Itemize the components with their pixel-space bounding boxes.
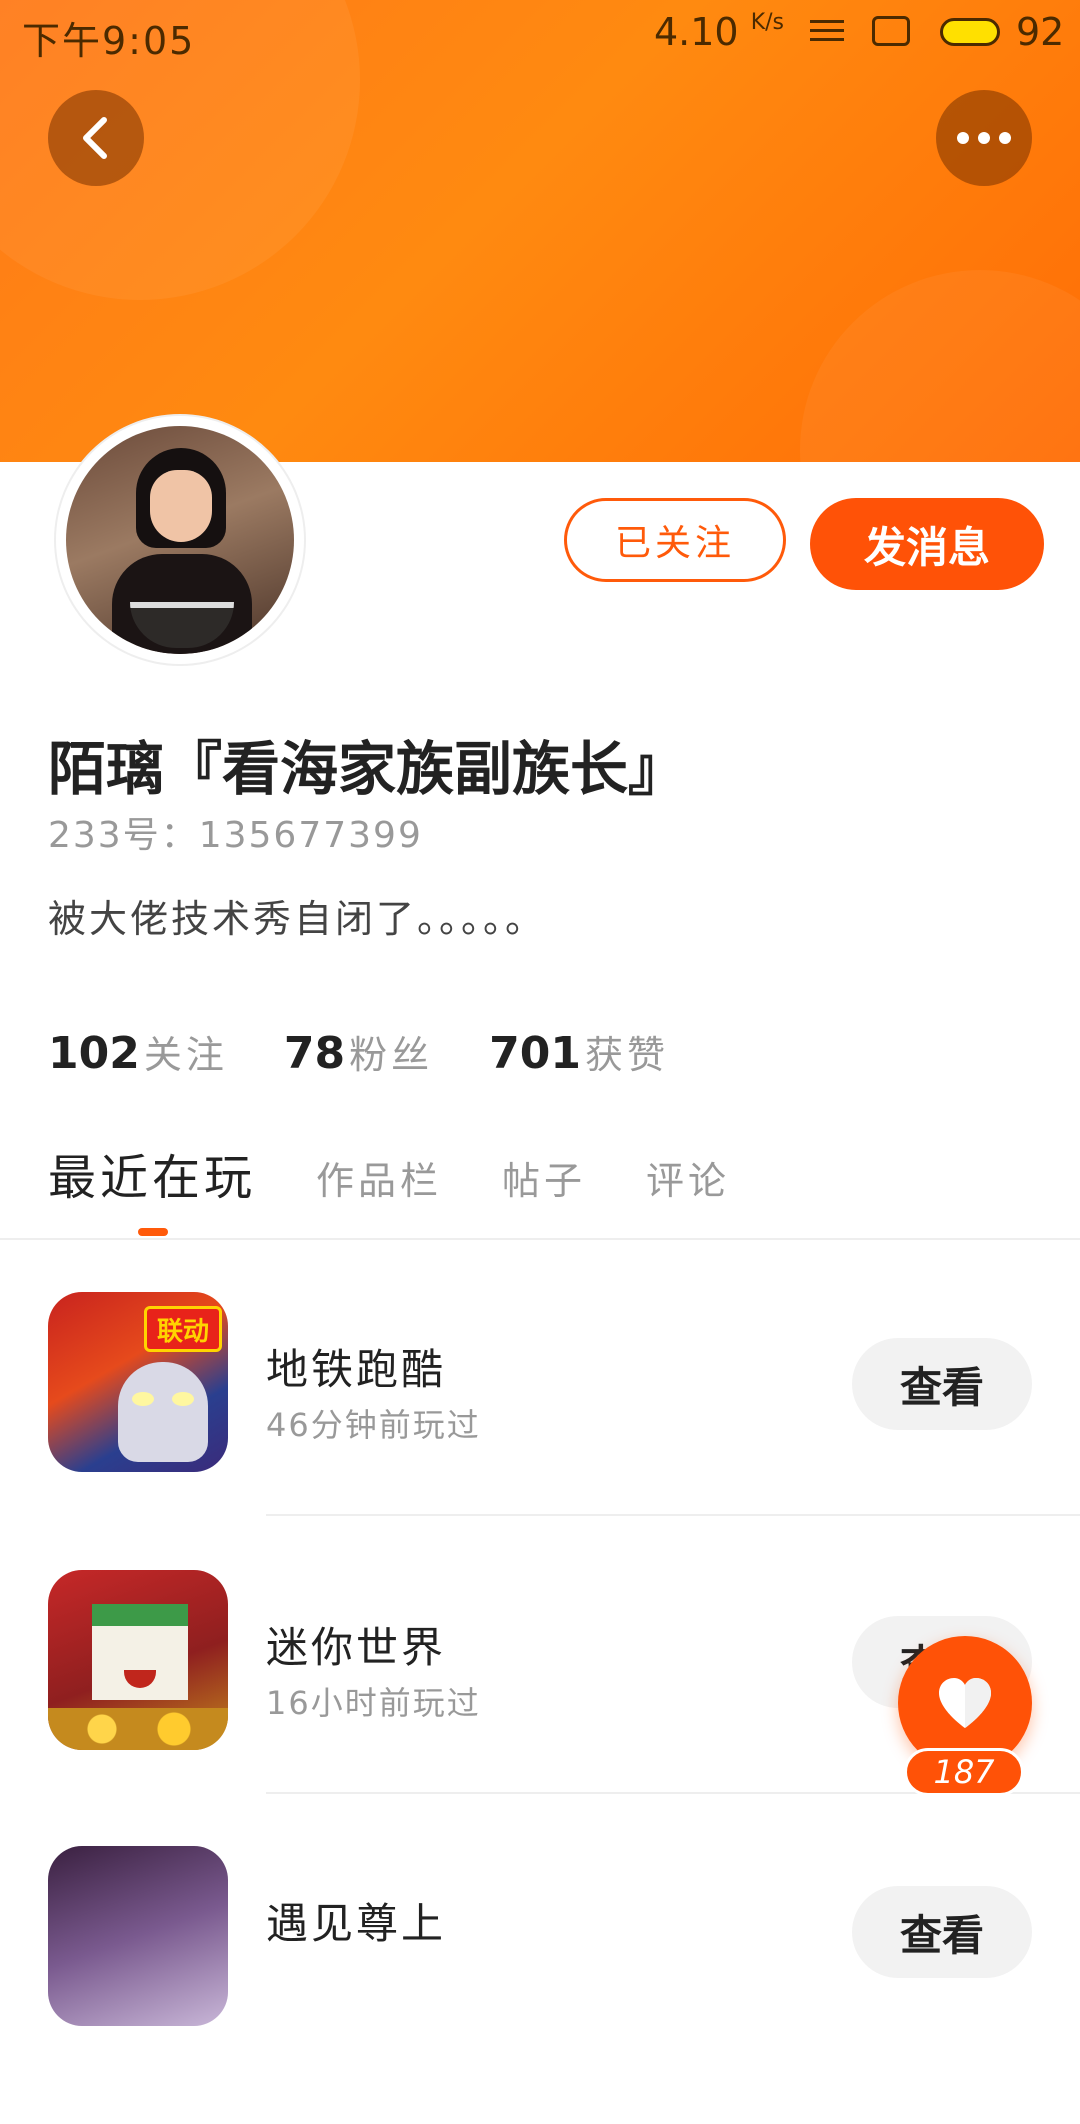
user-bio: 被大佬技术秀自闭了。。。。。: [48, 897, 547, 941]
avatar-image: [66, 426, 294, 654]
game-icon-mini-world[interactable]: [48, 1570, 228, 1750]
send-message-button[interactable]: 发消息: [810, 498, 1044, 590]
game-name: 迷你世界: [266, 1623, 447, 1672]
status-time: 下午9:05: [22, 19, 196, 63]
stat-fans-label: 粉丝: [349, 1033, 434, 1077]
stat-likes-label: 获赞: [584, 1033, 669, 1077]
view-game-button[interactable]: 查看: [852, 1338, 1032, 1430]
game-last-played: 46分钟前玩过: [266, 1406, 481, 1444]
stat-fans-count: 78: [283, 1028, 346, 1079]
heart-icon: [939, 1678, 991, 1728]
game-icon-subway-surfers[interactable]: 联动: [48, 1292, 228, 1472]
back-button[interactable]: [48, 90, 144, 186]
network-speed-value: 4.10: [654, 10, 739, 54]
user-id: 233号：135677399: [48, 815, 423, 856]
chevron-left-icon: [83, 117, 107, 159]
like-count: 187: [904, 1748, 1024, 1796]
stat-following-count: 102: [48, 1028, 140, 1079]
sim-icon: [872, 16, 910, 46]
more-button[interactable]: [936, 90, 1032, 186]
divider: [0, 1238, 1080, 1240]
stat-fans[interactable]: 78 粉丝: [284, 1024, 433, 1079]
header-decoration: [800, 270, 1080, 462]
game-last-played: 16小时前玩过: [266, 1684, 481, 1722]
divider: [266, 1514, 1080, 1516]
game-list-item[interactable]: 遇见尊上 查看: [0, 1846, 1080, 2124]
stat-following-label: 关注: [143, 1033, 228, 1077]
more-dots-icon: [957, 132, 1011, 144]
stat-following[interactable]: 102 关注: [48, 1024, 228, 1079]
profile-stats: 102 关注 78 粉丝 701 获赞: [48, 1024, 669, 1079]
tab-recently-played[interactable]: 最近在玩: [48, 1138, 256, 1208]
active-tab-indicator: [138, 1228, 168, 1236]
followed-button[interactable]: 已关注: [564, 498, 786, 582]
status-bar: 下午9:05 4.10 K/s 92: [0, 0, 1080, 66]
view-game-button[interactable]: 查看: [852, 1886, 1032, 1978]
tab-comments[interactable]: 评论: [646, 1150, 730, 1205]
avatar[interactable]: [56, 416, 304, 664]
network-speed-unit: K/s: [750, 10, 785, 35]
profile-header: 下午9:05 4.10 K/s 92: [0, 0, 1080, 462]
stat-likes[interactable]: 701 获赞: [489, 1024, 669, 1079]
battery-icon: [940, 18, 1000, 46]
stat-likes-count: 701: [489, 1028, 581, 1079]
username: 陌璃『看海家族副族长』: [48, 735, 687, 803]
network-speed: 4.10 K/s: [654, 10, 784, 54]
game-icon-yujian-zunshang[interactable]: [48, 1846, 228, 2026]
game-name: 地铁跑酷: [266, 1345, 447, 1394]
signal-icon: [810, 14, 844, 48]
game-list-item[interactable]: 联动 地铁跑酷 46分钟前玩过 查看: [0, 1292, 1080, 1570]
tab-posts[interactable]: 帖子: [502, 1150, 586, 1205]
tab-works[interactable]: 作品栏: [316, 1150, 442, 1205]
battery-level: 92: [1016, 10, 1065, 54]
game-name: 遇见尊上: [266, 1899, 447, 1948]
profile-tabs: 最近在玩 作品栏 帖子 评论: [48, 1138, 790, 1208]
collab-badge: 联动: [144, 1306, 222, 1352]
